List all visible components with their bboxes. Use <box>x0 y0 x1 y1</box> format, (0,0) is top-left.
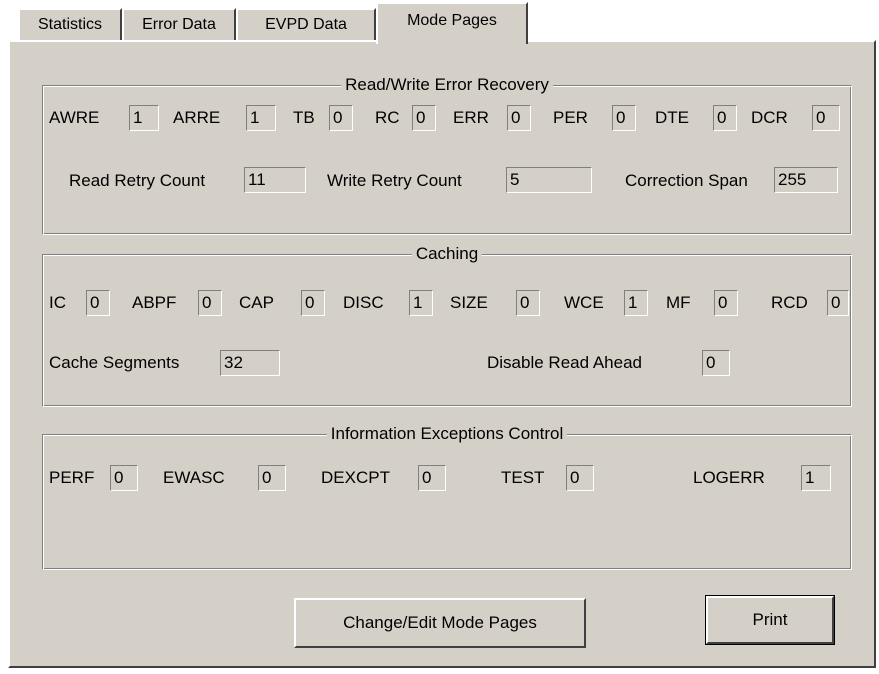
dcr-field[interactable]: 0 <box>812 105 840 131</box>
size-label: SIZE <box>450 293 488 312</box>
cap-field[interactable]: 0 <box>301 290 325 316</box>
test-label: TEST <box>501 468 545 487</box>
ic-label: IC <box>49 293 66 312</box>
tb-field[interactable]: 0 <box>329 105 353 131</box>
rcd-field[interactable]: 0 <box>827 290 849 316</box>
correction-span-label: Correction Span <box>625 171 748 190</box>
mode-pages-panel: Read/Write Error Recovery AWRE 1 ARRE 1 … <box>8 40 876 668</box>
read-retry-count-label: Read Retry Count <box>69 171 206 190</box>
change-edit-mode-pages-button[interactable]: Change/Edit Mode Pages <box>294 598 586 648</box>
rcd-label: RCD <box>771 293 808 312</box>
tab-evpd-data[interactable]: EVPD Data <box>236 8 376 40</box>
abpf-field[interactable]: 0 <box>198 290 222 316</box>
disc-label: DISC <box>343 293 384 312</box>
rw-error-recovery-group: Read/Write Error Recovery AWRE 1 ARRE 1 … <box>42 75 852 235</box>
dte-label: DTE <box>655 108 689 127</box>
tab-error-data[interactable]: Error Data <box>122 8 236 40</box>
tab-mode-pages[interactable]: Mode Pages <box>376 2 528 44</box>
group-title: Caching <box>411 244 483 264</box>
per-field[interactable]: 0 <box>612 105 636 131</box>
wce-label: WCE <box>564 293 604 312</box>
size-field[interactable]: 0 <box>516 290 540 316</box>
cap-label: CAP <box>239 293 274 312</box>
tab-label: Error Data <box>142 16 216 33</box>
disc-field[interactable]: 1 <box>409 290 433 316</box>
disable-read-ahead-label: Disable Read Ahead <box>487 353 643 372</box>
dexcpt-field[interactable]: 0 <box>418 465 446 491</box>
ewasc-field[interactable]: 0 <box>258 465 286 491</box>
caching-group: Caching IC 0 ABPF 0 CAP 0 DISC 1 SIZE 0 … <box>42 244 852 407</box>
awre-label: AWRE <box>49 108 100 127</box>
mf-field[interactable]: 0 <box>714 290 738 316</box>
dcr-label: DCR <box>751 108 788 127</box>
err-field[interactable]: 0 <box>507 105 531 131</box>
disable-read-ahead-field[interactable]: 0 <box>702 350 730 376</box>
correction-span-field[interactable]: 255 <box>774 167 838 193</box>
logerr-field[interactable]: 1 <box>801 465 831 491</box>
err-label: ERR <box>453 108 489 127</box>
group-title: Read/Write Error Recovery <box>341 75 553 95</box>
wce-field[interactable]: 1 <box>624 290 648 316</box>
logerr-label: LOGERR <box>693 468 765 487</box>
tab-label: EVPD Data <box>265 16 347 33</box>
read-retry-count-field[interactable]: 11 <box>244 167 306 193</box>
dte-field[interactable]: 0 <box>713 105 737 131</box>
ewasc-label: EWASC <box>163 468 225 487</box>
arre-field[interactable]: 1 <box>246 105 276 131</box>
write-retry-count-label: Write Retry Count <box>327 171 462 190</box>
group-title: Information Exceptions Control <box>326 424 568 444</box>
perf-label: PERF <box>49 468 95 487</box>
print-button[interactable]: Print <box>705 595 835 645</box>
perf-field[interactable]: 0 <box>110 465 138 491</box>
tab-statistics[interactable]: Statistics <box>18 8 122 40</box>
rc-label: RC <box>375 108 400 127</box>
cache-segments-field[interactable]: 32 <box>220 350 280 376</box>
test-field[interactable]: 0 <box>566 465 594 491</box>
button-label: Print <box>752 610 788 629</box>
per-label: PER <box>553 108 588 127</box>
awre-field[interactable]: 1 <box>129 105 159 131</box>
ic-field[interactable]: 0 <box>86 290 110 316</box>
arre-label: ARRE <box>173 108 221 127</box>
tb-label: TB <box>293 108 315 127</box>
tab-label: Statistics <box>37 16 102 33</box>
write-retry-count-field[interactable]: 5 <box>506 167 592 193</box>
mf-label: MF <box>666 293 691 312</box>
dexcpt-label: DEXCPT <box>321 468 390 487</box>
rc-field[interactable]: 0 <box>412 105 436 131</box>
cache-segments-label: Cache Segments <box>49 353 180 372</box>
tab-label: Mode Pages <box>407 12 497 29</box>
info-exceptions-control-group: Information Exceptions Control PERF 0 EW… <box>42 424 852 570</box>
abpf-label: ABPF <box>132 293 177 312</box>
button-label: Change/Edit Mode Pages <box>343 613 537 632</box>
